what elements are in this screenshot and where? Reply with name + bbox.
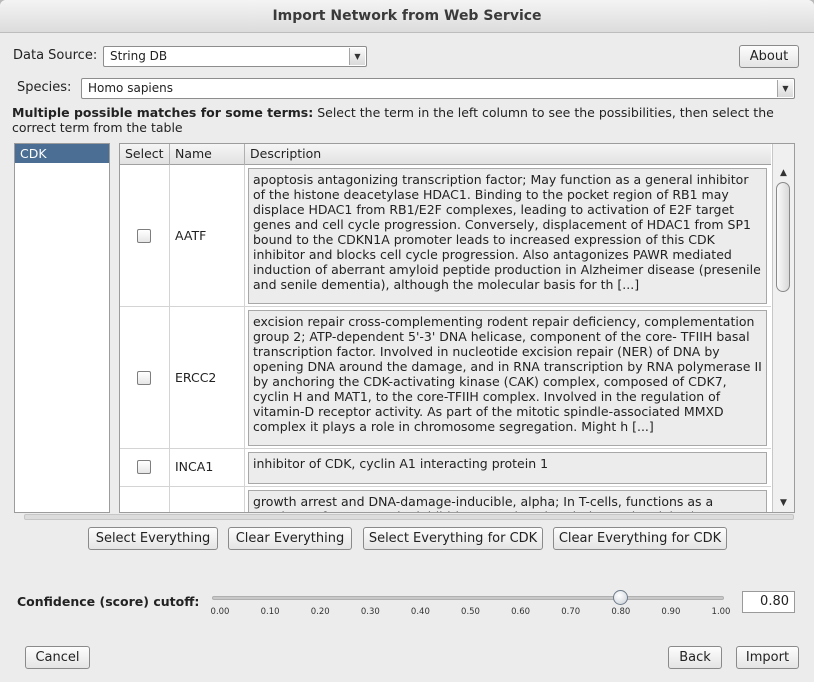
row-name: INCA1	[175, 459, 214, 474]
matches-table: Select Name Description AATF apoptosis a…	[119, 143, 795, 513]
confidence-slider-track[interactable]	[212, 596, 724, 600]
slider-tick-label: 0.00	[210, 607, 230, 617]
confidence-value-field[interactable]: 0.80	[742, 591, 795, 613]
slider-tick-label: 0.40	[410, 607, 430, 617]
species-value: Homo sapiens	[88, 81, 174, 95]
scrollbar-thumb[interactable]	[776, 182, 790, 292]
name-cell: AATF	[170, 165, 245, 306]
row-name: AATF	[175, 228, 207, 243]
select-everything-button[interactable]: Select Everything	[88, 527, 218, 550]
clear-everything-for-term-button[interactable]: Clear Everything for CDK	[553, 527, 727, 550]
table-body: AATF apoptosis antagonizing transcriptio…	[120, 165, 771, 512]
select-everything-for-term-button[interactable]: Select Everything for CDK	[363, 527, 543, 550]
column-header-description[interactable]: Description	[245, 144, 771, 165]
row-checkbox[interactable]	[137, 229, 151, 243]
slider-tick-label: 0.60	[511, 607, 531, 617]
cancel-button[interactable]: Cancel	[25, 646, 90, 669]
column-header-select[interactable]: Select	[120, 144, 170, 165]
slider-tick-label: 1.00	[711, 607, 731, 617]
slider-tick-label: 0.80	[611, 607, 631, 617]
confidence-slider-thumb[interactable]	[612, 590, 628, 605]
table-vertical-scrollbar[interactable]: ▲ ▼	[772, 144, 794, 512]
species-label: Species:	[17, 80, 72, 95]
data-source-dropdown[interactable]: String DB ▼	[103, 46, 367, 67]
slider-tick-label: 0.70	[561, 607, 581, 617]
back-button[interactable]: Back	[668, 646, 722, 669]
window-title: Import Network from Web Service	[0, 0, 814, 33]
slider-tick-label: 0.10	[260, 607, 280, 617]
chevron-down-icon: ▼	[349, 48, 365, 65]
table-header: Select Name Description	[120, 144, 771, 165]
row-description: excision repair cross-complementing rode…	[248, 310, 767, 446]
select-cell	[120, 449, 170, 486]
clear-everything-button[interactable]: Clear Everything	[228, 527, 352, 550]
confidence-label: Confidence (score) cutoff:	[17, 594, 200, 609]
instruction-bold: Multiple possible matches for some terms…	[12, 105, 314, 120]
name-cell: INCA1	[170, 449, 245, 486]
arrow-up-icon[interactable]: ▲	[773, 164, 794, 182]
import-dialog: Import Network from Web Service Data Sou…	[0, 0, 814, 682]
row-description: growth arrest and DNA-damage-inducible, …	[248, 490, 767, 512]
name-cell	[170, 487, 245, 512]
row-name: ERCC2	[175, 370, 217, 385]
table-row: INCA1 inhibitor of CDK, cyclin A1 intera…	[120, 449, 771, 487]
chevron-down-icon: ▼	[777, 80, 793, 97]
slider-tick-label: 0.90	[661, 607, 681, 617]
instruction-message: Multiple possible matches for some terms…	[12, 105, 802, 135]
about-button[interactable]: About	[739, 45, 799, 68]
select-cell	[120, 307, 170, 448]
row-description: inhibitor of CDK, cyclin A1 interacting …	[248, 452, 767, 484]
table-row: AATF apoptosis antagonizing transcriptio…	[120, 165, 771, 307]
select-cell	[120, 165, 170, 306]
slider-tick-label: 0.30	[360, 607, 380, 617]
table-row: ERCC2 excision repair cross-complementin…	[120, 307, 771, 449]
row-checkbox[interactable]	[137, 460, 151, 474]
arrow-down-icon[interactable]: ▼	[773, 494, 794, 512]
slider-tick-label: 0.50	[461, 607, 480, 617]
name-cell: ERCC2	[170, 307, 245, 448]
data-source-value: String DB	[110, 49, 168, 63]
slider-tick-label: 0.20	[310, 607, 330, 617]
row-description: apoptosis antagonizing transcription fac…	[248, 168, 767, 304]
data-source-label: Data Source:	[13, 48, 98, 63]
term-list[interactable]: CDK	[14, 143, 110, 513]
table-row: growth arrest and DNA-damage-inducible, …	[120, 487, 771, 512]
import-button[interactable]: Import	[736, 646, 799, 669]
column-header-name[interactable]: Name	[170, 144, 245, 165]
species-dropdown[interactable]: Homo sapiens ▼	[81, 78, 795, 99]
term-item-cdk[interactable]: CDK	[15, 144, 109, 163]
row-checkbox[interactable]	[137, 371, 151, 385]
select-cell	[120, 487, 170, 512]
horizontal-scrollbar[interactable]	[24, 514, 794, 520]
